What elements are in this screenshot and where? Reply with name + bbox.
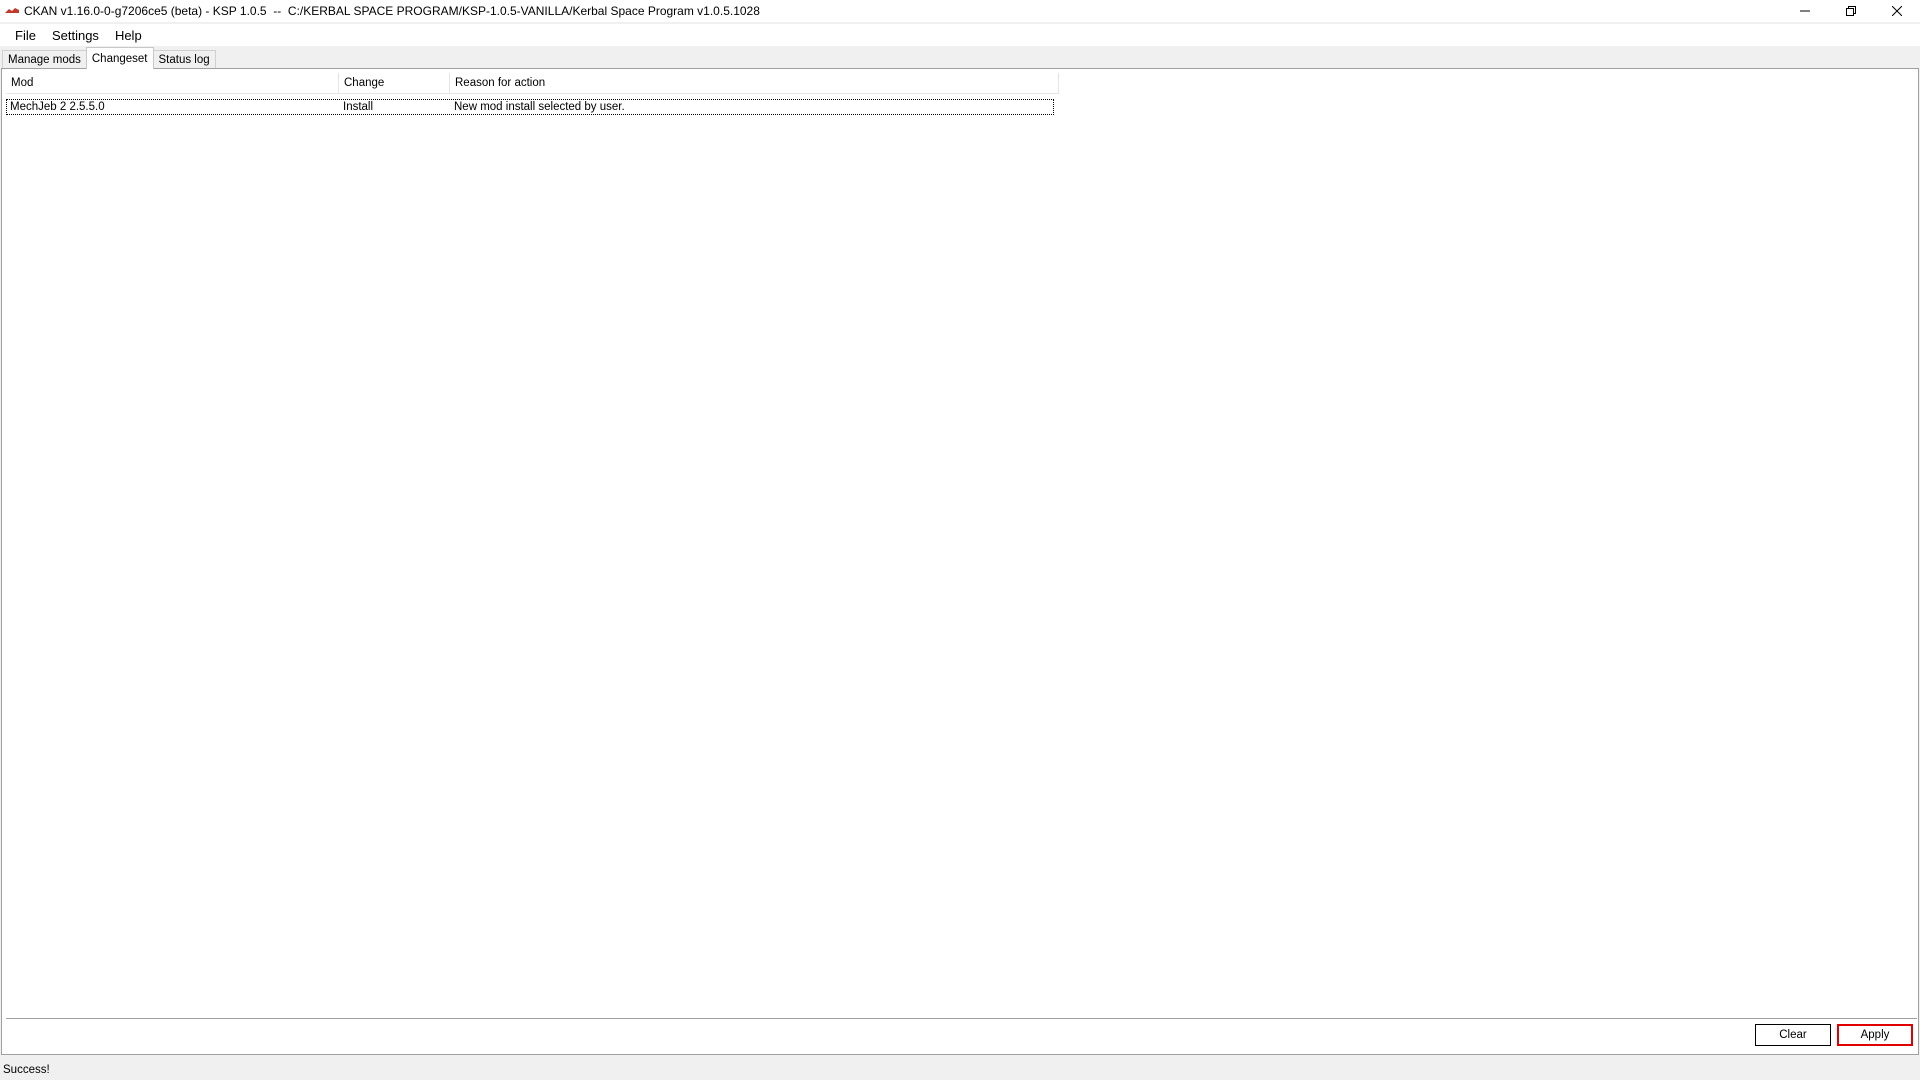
status-bar: Success!	[0, 1060, 1920, 1080]
status-text: Success!	[3, 1064, 50, 1076]
ckan-logo-icon	[4, 4, 20, 18]
restore-button[interactable]	[1828, 0, 1874, 22]
changeset-list[interactable]: Mod Change Reason for action MechJeb 2 2…	[6, 73, 1917, 1018]
column-header-reason[interactable]: Reason for action	[450, 73, 1059, 93]
restore-icon	[1846, 6, 1856, 16]
tab-status-log[interactable]: Status log	[152, 50, 216, 69]
title-bar[interactable]: CKAN v1.16.0-0-g7206ce5 (beta) - KSP 1.0…	[0, 0, 1920, 22]
window-title: CKAN v1.16.0-0-g7206ce5 (beta) - KSP 1.0…	[24, 4, 760, 18]
column-header-change[interactable]: Change	[339, 73, 450, 93]
clear-button[interactable]: Clear	[1755, 1024, 1831, 1046]
cell-change: Install	[343, 101, 374, 113]
tab-changeset[interactable]: Changeset	[85, 47, 154, 69]
minimize-button[interactable]	[1782, 0, 1828, 22]
minimize-icon	[1800, 10, 1810, 12]
changeset-tab-page: Mod Change Reason for action MechJeb 2 2…	[1, 68, 1919, 1055]
menu-file[interactable]: File	[7, 24, 44, 46]
cell-reason: New mod install selected by user.	[454, 101, 625, 113]
list-header: Mod Change Reason for action	[6, 73, 1059, 94]
column-header-mod[interactable]: Mod	[6, 73, 339, 93]
tab-strip: Manage mods Changeset Status log	[2, 47, 216, 69]
menu-bar: File Settings Help	[0, 24, 1920, 46]
table-row[interactable]: MechJeb 2 2.5.5.0 Install New mod instal…	[6, 99, 1054, 115]
apply-button[interactable]: Apply	[1837, 1024, 1913, 1046]
menu-help[interactable]: Help	[107, 24, 150, 46]
divider	[6, 1018, 1917, 1019]
close-button[interactable]	[1874, 0, 1920, 22]
tab-manage-mods[interactable]: Manage mods	[2, 50, 87, 69]
menu-settings[interactable]: Settings	[44, 24, 107, 46]
close-icon	[1892, 6, 1902, 16]
ckan-window: CKAN v1.16.0-0-g7206ce5 (beta) - KSP 1.0…	[0, 0, 1920, 1080]
window-controls	[1782, 0, 1920, 22]
cell-mod: MechJeb 2 2.5.5.0	[10, 101, 105, 113]
